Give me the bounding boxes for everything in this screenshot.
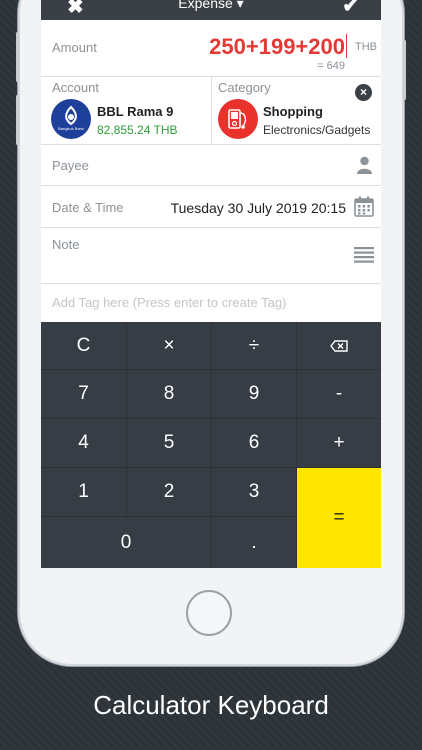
app-screen: ✖ Expense ▾ ✔ Amount 250+199+200 THB = 6… [41,0,381,568]
amount-expression[interactable]: 250+199+200 [209,34,345,60]
category-name: Shopping [263,104,323,119]
key-0[interactable]: 0 [41,517,211,568]
text-cursor [346,34,347,58]
key-divide[interactable]: ÷ [212,322,296,369]
caption: Calculator Keyboard [93,690,329,720]
account-balance: 82,855.24 THB [97,123,178,137]
key-9[interactable]: 9 [212,370,296,418]
key-4[interactable]: 4 [41,419,126,467]
account-category-row: Account Bangkok Bank BBL Rama 9 82,855.2… [41,77,381,145]
phone-side-button [16,32,19,82]
key-1[interactable]: 1 [41,468,126,516]
home-button [186,590,232,636]
account-name: BBL Rama 9 [97,104,174,119]
clear-category-icon[interactable]: × [355,84,372,101]
key-minus[interactable]: - [297,370,381,418]
backspace-icon [330,339,348,352]
key-plus[interactable]: + [297,419,381,467]
category-label: Category [218,80,271,95]
phone-side-button [16,95,19,145]
amount-result: = 649 [317,60,345,72]
datetime-label: Date & Time [52,200,124,215]
amount-currency: THB [355,41,377,53]
shopping-icon [218,99,258,139]
phone-side-button [403,40,406,100]
key-decimal[interactable]: . [212,517,296,568]
key-2[interactable]: 2 [127,468,211,516]
key-8[interactable]: 8 [127,370,211,418]
lines-icon[interactable] [354,247,374,263]
tag-input[interactable]: Add Tag here (Press enter to create Tag) [41,284,381,322]
amount-field[interactable]: Amount 250+199+200 THB = 649 [41,20,381,77]
key-3[interactable]: 3 [212,468,296,516]
bank-logo-icon: Bangkok Bank [51,99,91,139]
note-label: Note [52,237,80,252]
amount-label: Amount [52,40,97,55]
person-icon[interactable] [356,156,373,174]
datetime-field[interactable]: Date & Time Tuesday 30 July 2019 20:15 [41,186,381,228]
type-dropdown[interactable]: Expense ▾ [41,0,381,12]
key-multiply[interactable]: × [127,322,211,369]
datetime-value[interactable]: Tuesday 30 July 2019 20:15 [171,200,346,216]
top-bar: ✖ Expense ▾ ✔ [41,0,381,20]
key-clear[interactable]: C [41,322,126,369]
backspace-key[interactable] [297,322,381,369]
payee-field[interactable]: Payee [41,145,381,186]
account-label: Account [52,80,99,95]
bank-logo-text: Bangkok Bank [58,126,84,131]
calendar-icon[interactable] [354,196,374,217]
note-field[interactable]: Note [41,228,381,284]
key-equals[interactable]: = [297,468,381,568]
key-7[interactable]: 7 [41,370,126,418]
category-selector[interactable]: Category Shopping Electronics/Gadgets × [212,77,381,144]
key-6[interactable]: 6 [212,419,296,467]
key-5[interactable]: 5 [127,419,211,467]
category-subcategory: Electronics/Gadgets [263,123,371,137]
account-selector[interactable]: Account Bangkok Bank BBL Rama 9 82,855.2… [41,77,211,144]
confirm-icon[interactable]: ✔ [342,0,359,18]
tag-placeholder: Add Tag here (Press enter to create Tag) [52,295,287,310]
calculator-keypad: C × ÷ 7 8 9 - 4 5 6 + 1 2 3 = 0 . [41,322,381,568]
payee-label: Payee [52,158,89,173]
